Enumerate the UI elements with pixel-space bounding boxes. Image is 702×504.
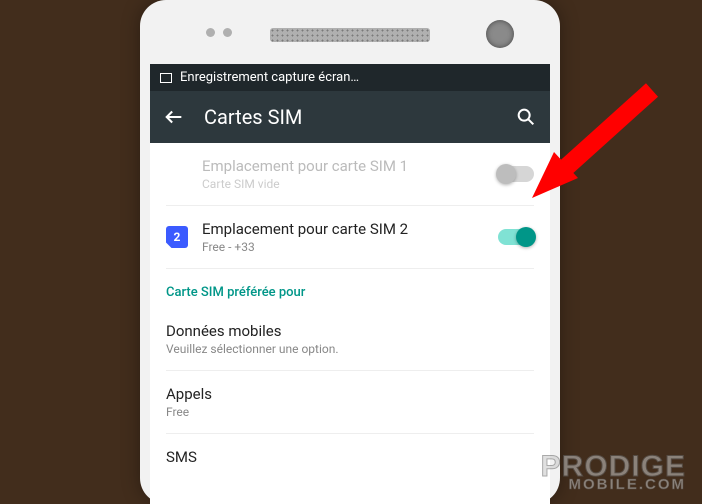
calls-sub: Free bbox=[166, 405, 534, 419]
phone-speaker bbox=[270, 28, 430, 42]
sim-slot-1-row: Emplacement pour carte SIM 1 Carte SIM v… bbox=[166, 143, 534, 206]
search-icon bbox=[515, 106, 537, 128]
sim2-subtitle: Free - +33 bbox=[202, 240, 484, 254]
sms-label: SMS bbox=[166, 448, 534, 466]
calls-label: Appels bbox=[166, 385, 534, 403]
mobile-data-label: Données mobiles bbox=[166, 322, 534, 340]
page-title: Cartes SIM bbox=[204, 105, 496, 129]
sim-badge-icon: 2 bbox=[166, 226, 188, 248]
mobile-data-sub: Veuillez sélectionner une option. bbox=[166, 342, 534, 356]
sim1-toggle[interactable] bbox=[498, 166, 534, 182]
watermark: PRODIGE MOBILE.COM bbox=[541, 454, 686, 492]
back-button[interactable] bbox=[162, 105, 186, 129]
phone-frame: Enregistrement capture écran… Cartes SIM… bbox=[140, 0, 560, 504]
sim1-label: Emplacement pour carte SIM 1 bbox=[202, 157, 484, 175]
calls-row[interactable]: Appels Free bbox=[166, 371, 534, 434]
phone-led-dots bbox=[206, 28, 232, 37]
phone-front-camera bbox=[486, 20, 514, 48]
preferred-section-title: Carte SIM préférée pour bbox=[166, 269, 534, 308]
app-bar: Cartes SIM bbox=[150, 91, 550, 143]
arrow-left-icon bbox=[163, 106, 185, 128]
sms-row[interactable]: SMS bbox=[166, 434, 534, 480]
notification-bar[interactable]: Enregistrement capture écran… bbox=[150, 64, 550, 91]
device-screen: Enregistrement capture écran… Cartes SIM… bbox=[150, 64, 550, 504]
notification-text: Enregistrement capture écran… bbox=[180, 70, 359, 85]
settings-list: Emplacement pour carte SIM 1 Carte SIM v… bbox=[150, 143, 550, 480]
sim-slot-2-row[interactable]: 2 Emplacement pour carte SIM 2 Free - +3… bbox=[166, 206, 534, 269]
mobile-data-row[interactable]: Données mobiles Veuillez sélectionner un… bbox=[166, 308, 534, 371]
screenshot-icon bbox=[160, 73, 172, 83]
search-button[interactable] bbox=[514, 105, 538, 129]
sim2-toggle[interactable] bbox=[498, 229, 534, 245]
sim2-label: Emplacement pour carte SIM 2 bbox=[202, 220, 484, 238]
sim1-subtitle: Carte SIM vide bbox=[202, 177, 484, 191]
